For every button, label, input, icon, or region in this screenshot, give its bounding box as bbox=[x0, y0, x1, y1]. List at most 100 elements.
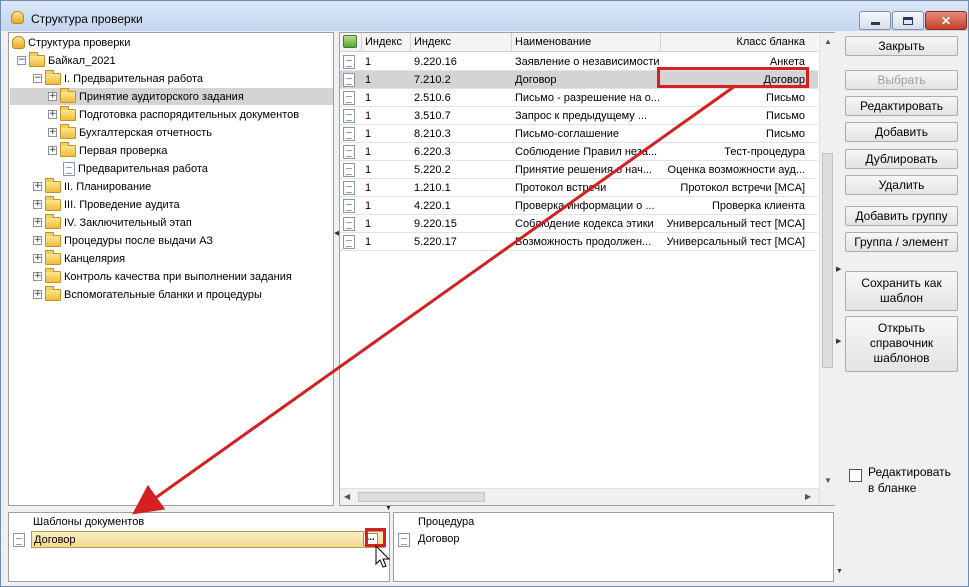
edit-button[interactable]: Редактировать bbox=[845, 96, 958, 116]
splitter-arrow-icon[interactable]: ▶ bbox=[836, 337, 841, 345]
table-row[interactable]: 1 5.220.17 Возможность продолжен... Универс… bbox=[340, 233, 818, 251]
folder-icon bbox=[60, 141, 76, 157]
tree-item[interactable]: + Процедуры после выдачи АЗ bbox=[33, 231, 213, 249]
table-row[interactable]: 1 2.510.6 Письмо - разрешение на о... Письм… bbox=[340, 89, 818, 107]
select-button[interactable]: Выбрать bbox=[845, 70, 958, 90]
folder-icon bbox=[29, 51, 45, 67]
splitter-arrow-icon[interactable]: ▼ bbox=[836, 568, 843, 575]
tree-item-label: Контроль качества при выполнении задания bbox=[64, 270, 292, 283]
scroll-right-icon[interactable]: ▶ bbox=[805, 492, 811, 501]
collapse-icon[interactable]: − bbox=[17, 56, 26, 65]
tree-item[interactable]: + IV. Заключительный этап bbox=[33, 213, 192, 231]
tree-item[interactable]: + Вспомогательные бланки и процедуры bbox=[33, 285, 262, 303]
edit-in-form-row[interactable]: Редактировать в бланке bbox=[849, 464, 960, 496]
tree-item-label: II. Планирование bbox=[64, 180, 152, 193]
scroll-left-icon[interactable]: ◀ bbox=[344, 492, 350, 501]
window-title: Структура проверки bbox=[31, 12, 143, 26]
delete-button[interactable]: Удалить bbox=[845, 175, 958, 195]
expand-icon[interactable]: + bbox=[33, 290, 42, 299]
add-row-icon[interactable] bbox=[343, 35, 357, 48]
save-template-button[interactable]: Сохранить как шаблон bbox=[845, 271, 958, 311]
minimize-button[interactable] bbox=[859, 11, 891, 30]
tree-item[interactable]: + Подготовка распорядительных документов bbox=[48, 105, 299, 123]
cell-index2: 6.220.3 bbox=[414, 146, 451, 158]
document-icon bbox=[343, 55, 355, 69]
collapse-icon[interactable]: − bbox=[33, 74, 42, 83]
column-header-index1[interactable]: Индекс bbox=[362, 33, 409, 51]
expand-icon[interactable]: + bbox=[48, 146, 57, 155]
cell-name: Договор bbox=[515, 74, 557, 86]
tree-item-label: IV. Заключительный этап bbox=[64, 216, 192, 229]
vertical-scrollbar[interactable]: ▲ ▼ bbox=[819, 33, 835, 505]
tree-item[interactable]: + III. Проведение аудита bbox=[33, 195, 180, 213]
main-window: Структура проверки ✕ Структура проверки … bbox=[0, 0, 969, 587]
cell-index1: 1 bbox=[365, 236, 372, 248]
document-icon bbox=[343, 199, 355, 213]
templates-field[interactable]: Договор ... bbox=[31, 531, 385, 548]
column-header-index2[interactable]: Индекс bbox=[411, 33, 511, 51]
duplicate-button[interactable]: Дублировать bbox=[845, 149, 958, 169]
group-element-button[interactable]: Группа / элемент bbox=[845, 232, 958, 252]
tree-item[interactable]: + Канцелярия bbox=[33, 249, 125, 267]
procedure-row[interactable]: Договор bbox=[394, 531, 833, 548]
expand-icon[interactable]: + bbox=[33, 254, 42, 263]
table-row[interactable]: 1 1.210.1 Протокол встречи Протокол встречи… bbox=[340, 179, 818, 197]
tree-root[interactable]: Структура проверки bbox=[12, 34, 130, 51]
tree-item-label: Первая проверка bbox=[79, 144, 168, 157]
maximize-icon bbox=[903, 16, 913, 25]
edit-in-form-checkbox[interactable] bbox=[849, 469, 862, 482]
cell-name: Проверка информации о ... bbox=[515, 200, 655, 212]
expand-icon[interactable]: + bbox=[33, 182, 42, 191]
tree-item-project[interactable]: − Байкал_2021 bbox=[17, 51, 116, 69]
expand-icon[interactable]: + bbox=[33, 200, 42, 209]
cell-index2: 9.220.15 bbox=[414, 218, 457, 230]
scroll-thumb[interactable] bbox=[358, 492, 485, 502]
blanks-grid[interactable]: Индекс Индекс Наименование Класс бланка … bbox=[339, 32, 835, 506]
scroll-down-icon[interactable]: ▼ bbox=[824, 476, 832, 485]
expand-icon[interactable]: + bbox=[48, 110, 57, 119]
tree-item[interactable]: Предварительная работа bbox=[63, 160, 208, 177]
table-row[interactable]: 1 8.210.3 Письмо-соглашение Письмо bbox=[340, 125, 818, 143]
tree-item[interactable]: + II. Планирование bbox=[33, 177, 152, 195]
splitter-arrow-icon[interactable]: ▼ bbox=[385, 505, 392, 512]
table-row[interactable]: 1 6.220.3 Соблюдение Правил неза... Тест-пр… bbox=[340, 143, 818, 161]
tree-item[interactable]: + Бухгалтерская отчетность bbox=[48, 123, 212, 141]
column-header-class[interactable]: Класс бланка bbox=[661, 33, 808, 51]
minimize-icon bbox=[870, 22, 880, 25]
tree-item-section1[interactable]: − I. Предварительная работа bbox=[33, 69, 203, 87]
table-row[interactable]: 1 5.220.2 Принятие решения о нач... Оценка … bbox=[340, 161, 818, 179]
expand-icon[interactable]: + bbox=[33, 236, 42, 245]
tree-item[interactable]: + Первая проверка bbox=[48, 141, 168, 159]
close-window-button[interactable]: ✕ bbox=[925, 11, 967, 30]
cell-class: Универсальный тест [МСА] bbox=[666, 236, 805, 248]
tree-item-selected[interactable]: + Принятие аудиторского задания bbox=[10, 87, 333, 105]
procedure-value: Договор bbox=[418, 533, 460, 545]
expand-icon[interactable]: + bbox=[48, 128, 57, 137]
tree-item[interactable]: + Контроль качества при выполнении задан… bbox=[33, 267, 292, 285]
structure-tree[interactable]: Структура проверки − Байкал_2021 − I. Пр… bbox=[8, 32, 334, 506]
table-row[interactable]: 1 4.220.1 Проверка информации о ... Проверк… bbox=[340, 197, 818, 215]
table-row[interactable]: 1 9.220.15 Соблюдение кодекса этики Универс… bbox=[340, 215, 818, 233]
table-row[interactable]: 1 3.510.7 Запрос к предыдущему ... Письмо bbox=[340, 107, 818, 125]
column-header-name[interactable]: Наименование bbox=[512, 33, 660, 51]
splitter-arrow-icon[interactable]: ▶ bbox=[836, 265, 841, 273]
add-group-button[interactable]: Добавить группу bbox=[845, 206, 958, 226]
templates-row[interactable]: Договор ... bbox=[9, 531, 389, 548]
add-button[interactable]: Добавить bbox=[845, 122, 958, 142]
cell-index2: 1.210.1 bbox=[414, 182, 451, 194]
open-templates-button[interactable]: Открыть справочник шаблонов bbox=[845, 316, 958, 372]
expand-icon[interactable]: + bbox=[33, 272, 42, 281]
horizontal-scrollbar[interactable]: ◀ ▶ bbox=[340, 488, 819, 505]
cell-name: Письмо - разрешение на о... bbox=[515, 92, 660, 104]
document-icon bbox=[343, 109, 355, 123]
cell-index2: 3.510.7 bbox=[414, 110, 451, 122]
procedure-panel: Процедура Договор bbox=[393, 512, 834, 582]
scroll-thumb[interactable] bbox=[822, 153, 833, 368]
scroll-up-icon[interactable]: ▲ bbox=[824, 37, 832, 46]
expand-icon[interactable]: + bbox=[48, 92, 57, 101]
document-icon bbox=[343, 235, 355, 249]
expand-icon[interactable]: + bbox=[33, 218, 42, 227]
maximize-button[interactable] bbox=[892, 11, 924, 30]
close-button[interactable]: Закрыть bbox=[845, 36, 958, 56]
document-icon bbox=[343, 145, 355, 159]
